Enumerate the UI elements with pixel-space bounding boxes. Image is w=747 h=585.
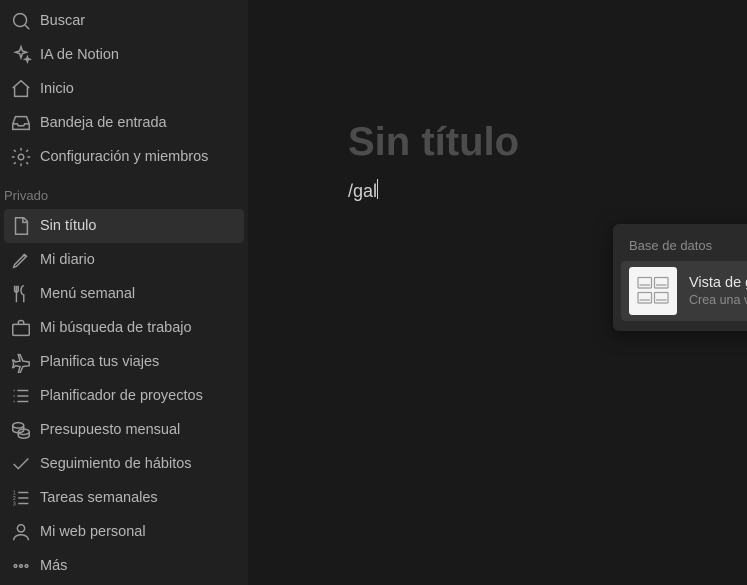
sidebar-search[interactable]: Buscar [0, 4, 248, 38]
sidebar-section-private: Privado [0, 174, 248, 209]
sparkle-icon [10, 44, 32, 66]
sidebar-settings[interactable]: Configuración y miembros [0, 140, 248, 174]
sidebar-inbox[interactable]: Bandeja de entrada [0, 106, 248, 140]
sidebar-page-web[interactable]: Mi web personal [0, 515, 248, 549]
sidebar-page-projects[interactable]: Planificador de proyectos [0, 379, 248, 413]
sidebar-page-budget[interactable]: Presupuesto mensual [0, 413, 248, 447]
slash-menu-item-title: Vista de galería [689, 275, 747, 291]
coins-icon [10, 419, 32, 441]
list-icon [10, 385, 32, 407]
sidebar-search-label: Buscar [40, 13, 85, 29]
sidebar-inbox-label: Bandeja de entrada [40, 115, 167, 131]
main-area: Sin título /gal Base de datos [248, 0, 747, 585]
sidebar-page-label: Tareas semanales [40, 490, 158, 506]
check-icon [10, 453, 32, 475]
page-icon [10, 215, 32, 237]
sidebar: Buscar IA de Notion Inicio Bandeja de en… [0, 0, 248, 585]
slash-menu-section: Base de datos [613, 232, 747, 261]
sidebar-page-label: Más [40, 558, 67, 574]
sidebar-page-diary[interactable]: Mi diario [0, 243, 248, 277]
utensils-icon [10, 283, 32, 305]
airplane-icon [10, 351, 32, 373]
sidebar-page-label: Mi búsqueda de trabajo [40, 320, 192, 336]
gear-icon [10, 146, 32, 168]
sidebar-page-habits[interactable]: Seguimiento de hábitos [0, 447, 248, 481]
text-caret [377, 179, 378, 199]
sidebar-settings-label: Configuración y miembros [40, 149, 208, 165]
pencil-icon [10, 249, 32, 271]
sidebar-page-label: Menú semanal [40, 286, 135, 302]
slash-input-text: /gal [348, 181, 377, 201]
gallery-thumbnail-icon [629, 267, 677, 315]
sidebar-ai[interactable]: IA de Notion [0, 38, 248, 72]
sidebar-page-label: Seguimiento de hábitos [40, 456, 192, 472]
sidebar-page-label: Mi diario [40, 252, 95, 268]
inbox-icon [10, 112, 32, 134]
slash-menu-item-desc: Crea una vista de galería de la base de … [689, 293, 747, 307]
briefcase-icon [10, 317, 32, 339]
sidebar-ai-label: IA de Notion [40, 47, 119, 63]
sidebar-page-travel[interactable]: Planifica tus viajes [0, 345, 248, 379]
sidebar-page-label: Planifica tus viajes [40, 354, 159, 370]
numbered-list-icon: 123 [10, 487, 32, 509]
sidebar-page-untitled[interactable]: Sin título [4, 209, 244, 243]
sidebar-page-label: Planificador de proyectos [40, 388, 203, 404]
sidebar-page-label: Sin título [40, 218, 96, 234]
sidebar-home[interactable]: Inicio [0, 72, 248, 106]
sidebar-page-jobs[interactable]: Mi búsqueda de trabajo [0, 311, 248, 345]
sidebar-page-menu[interactable]: Menú semanal [0, 277, 248, 311]
sidebar-page-tasks[interactable]: 123 Tareas semanales [0, 481, 248, 515]
person-icon [10, 521, 32, 543]
svg-text:3: 3 [13, 501, 16, 507]
home-icon [10, 78, 32, 100]
slash-menu-item-gallery[interactable]: Vista de galería Crea una vista de galer… [621, 261, 747, 321]
slash-input[interactable]: /gal [348, 179, 378, 202]
sidebar-page-label: Presupuesto mensual [40, 422, 180, 438]
page-title[interactable]: Sin título [348, 120, 747, 165]
search-icon [10, 10, 32, 32]
sidebar-page-more[interactable]: Más [0, 549, 248, 583]
sidebar-page-label: Mi web personal [40, 524, 146, 540]
sidebar-home-label: Inicio [40, 81, 74, 97]
slash-menu: Base de datos Vista de galería [613, 224, 747, 331]
more-icon [10, 555, 32, 577]
